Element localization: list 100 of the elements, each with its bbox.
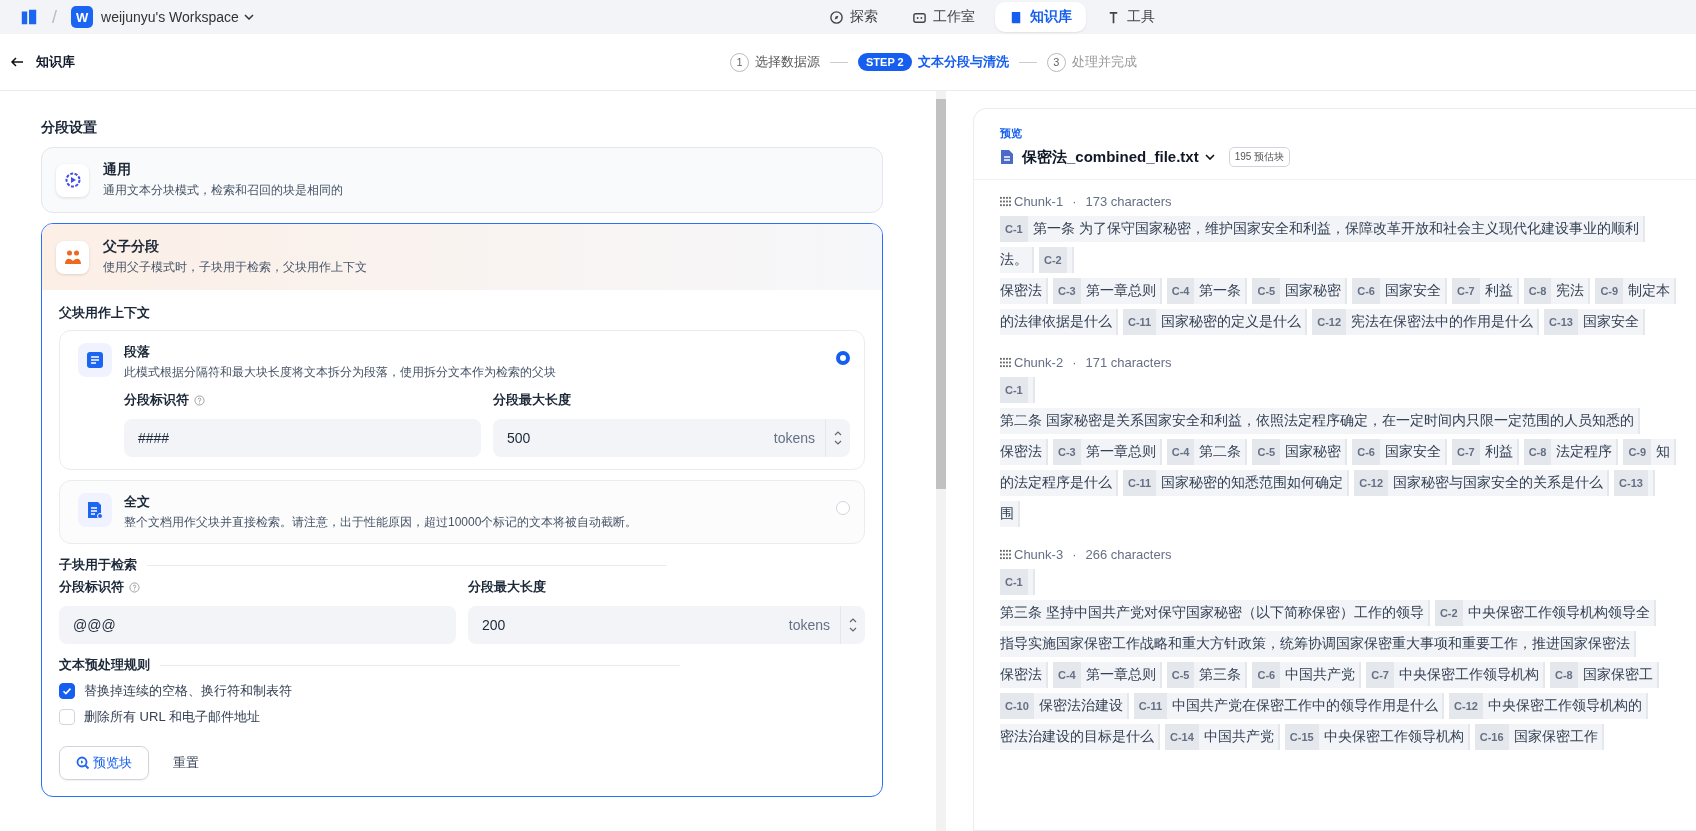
child-chunk-segment: C-4 第一条 [1166,278,1248,304]
child-chunk-segment: C-3 第一章总则 [1053,439,1162,465]
step-number: STEP 2 [858,53,912,71]
child-chunk-segment: C-16 国家保密工作 [1474,724,1604,750]
file-selector[interactable]: 保密法_combined_file.txt [1022,147,1215,167]
child-chunk-segment: C-8 宪法 [1523,278,1591,304]
compass-icon [829,9,844,25]
child-chunk-segment: C-6 国家安全 [1352,278,1447,304]
child-chunk-segment: 密法治建设的目标是什么 [1000,724,1160,750]
child-chunk-segment: 围 [1000,501,1020,527]
input-field[interactable]: #### [124,419,481,457]
child-chunk-segment: 保密法 [1000,278,1048,304]
workspace-avatar: W [71,6,93,28]
chunk-title: Chunk-3 [1014,547,1064,562]
child-chunk-segment: C-5 国家秘密 [1252,278,1348,304]
input-field[interactable]: 500 tokens [493,419,850,457]
help-icon [194,394,205,406]
file-icon [1000,149,1014,165]
checkbox-label: 删除所有 URL 和电子邮件地址 [84,708,260,726]
mode-card[interactable] [41,223,883,797]
child-chunk-segment: C-9 知 [1623,439,1677,465]
option-title: 段落 [124,343,151,361]
separator-dot: · [1072,194,1077,209]
mode-description: 使用父子模式时，子块用于检索，父块用作上下文 [103,259,367,276]
logo-icon [20,8,38,26]
option-title: 全文 [124,493,151,511]
child-chunk-segment: C-1 [1000,377,1035,403]
grid-icon [1000,357,1011,368]
subsection-title: 父块用作上下文 [59,304,151,322]
child-chunk-segment: C-12 国家秘密与国家安全的关系是什么 [1354,470,1610,496]
option-description: 整个文档用作父块并直接检索。请注意，出于性能原因，超过10000个标记的文本将被自动截断。 [124,514,639,531]
checkbox-label: 替换掉连续的空格、换行符和制表符 [84,682,292,700]
step-label: 处理并完成 [1071,53,1137,71]
option-description: 此模式根据分隔符和最大块长度将文本拆分为段落，使用拆分文本作为检索的父块 [124,364,557,381]
child-chunk-segment: 第二条 国家秘密是关系国家安全和利益，依照法定程序确定，在一定时间内只限一定范围的人员知悉的 [1000,408,1640,434]
child-chunk-segment: C-14 中国共产党 [1165,724,1280,750]
back-link[interactable]: 知识库 [10,53,75,71]
child-chunk-segment: C-1 第一条 为了保守国家秘密，维护国家安全和利益，保障改革开放和社会主义现代化建设事业的顺利 [1000,216,1645,242]
child-chunk-segment: 保密法 [1000,439,1048,465]
subsection-title: 文本预处理规则 [59,656,150,674]
child-chunk-segment: C-4 第一章总则 [1053,662,1162,688]
nav-tab[interactable]: 工具 [1092,2,1169,32]
child-chunk-segment: C-12 宪法在保密法中的作用是什么 [1312,309,1540,335]
mode-description: 通用文本分块模式，检索和召回的块是相同的 [103,182,343,199]
mode-title: 父子分段 [103,238,160,256]
child-chunk-segment: C-4 第二条 [1166,439,1248,465]
mode-title: 通用 [103,161,132,179]
back-arrow-icon [10,55,24,69]
child-chunk-segment: 法。 [1000,247,1034,273]
separator-dot: · [1072,355,1077,370]
option-card[interactable]: 段落 此模式根据分隔符和最大块长度将文本拆分为段落，使用拆分文本作为检索的父块 分段标识符 #### 分段最大长度 500 tokens [59,330,865,470]
child-chunk-segment: C-11 国家秘密的定义是什么 [1123,309,1308,335]
option-card[interactable]: 全文 整个文档用作父块并直接检索。请注意，出于性能原因，超过10000个标记的文本将被自动截断。 [59,480,865,544]
child-chunk-segment: 的法律依据是什么 [1000,309,1118,335]
child-chunk-segment: C-3 第一章总则 [1053,278,1162,304]
grid-icon [1000,549,1011,560]
chevron-down-icon [1204,154,1215,160]
child-chunk-segment: C-8 法定程序 [1523,439,1619,465]
mode-card[interactable]: 通用 通用文本分块模式，检索和召回的块是相同的 [41,147,883,213]
child-chunk-segment: C-7 中央保密工作领导机构 [1366,662,1545,688]
child-chunk-segment: C-11 国家秘密的知悉范围如何确定 [1123,470,1350,496]
field-label: 分段标识符 [59,578,124,596]
help-icon [129,581,140,593]
field-label: 分段最大长度 [493,391,571,409]
check-icon [61,685,73,697]
nav-tab[interactable]: 工作室 [898,2,989,32]
child-chunk-segment: C-2 [1039,247,1074,273]
chunk-meta: 171 characters [1085,355,1172,370]
breadcrumb-divider: / [52,6,57,28]
checkbox[interactable] [59,683,75,699]
child-chunk-segment: C-7 利益 [1451,439,1519,465]
chunk-title: Chunk-2 [1014,355,1064,370]
preview-label: 预览 [1000,126,1023,141]
reset-button[interactable]: 重置 [173,754,199,772]
chunk-count-badge: 195 预估块 [1228,147,1291,167]
input-field[interactable]: @@@ [59,606,456,644]
child-chunk-segment: C-1 [1000,569,1035,595]
radio-button[interactable] [836,351,850,365]
child-chunk-segment: C-5 第三条 [1166,662,1248,688]
paragraph-icon [86,351,104,369]
child-chunk-segment: C-10 保密法治建设 [1000,693,1129,719]
child-chunk-segment: 的法定程序是什么 [1000,470,1118,496]
step-label: 文本分段与清洗 [917,53,1009,71]
child-chunk-segment: C-9 制定本 [1595,278,1677,304]
child-chunk-segment: C-13 [1614,470,1655,496]
scrollbar[interactable] [936,91,946,831]
child-chunk-segment: C-12 中央保密工作领导机构的 [1449,693,1648,719]
input-field[interactable]: 200 tokens [468,606,865,644]
field-label: 分段标识符 [124,391,189,409]
child-chunk-segment: 第三条 坚持中国共产党对保守国家秘密（以下简称保密）工作的领导 [1000,600,1430,626]
workspace-switcher[interactable]: weijunyu's Workspace [101,9,254,25]
nav-tab[interactable]: 知识库 [995,2,1086,32]
child-chunk-segment: C-2 中央保密工作领导机构领导全 [1434,600,1656,626]
nav-tab[interactable]: 探索 [815,2,892,32]
grid-icon [1000,196,1011,207]
preview-button[interactable]: 预览块 [59,746,149,780]
chunk-meta: 173 characters [1085,194,1172,209]
child-chunk-segment: 保密法 [1000,662,1048,688]
field-label: 分段最大长度 [468,578,546,596]
search-icon [76,756,90,770]
